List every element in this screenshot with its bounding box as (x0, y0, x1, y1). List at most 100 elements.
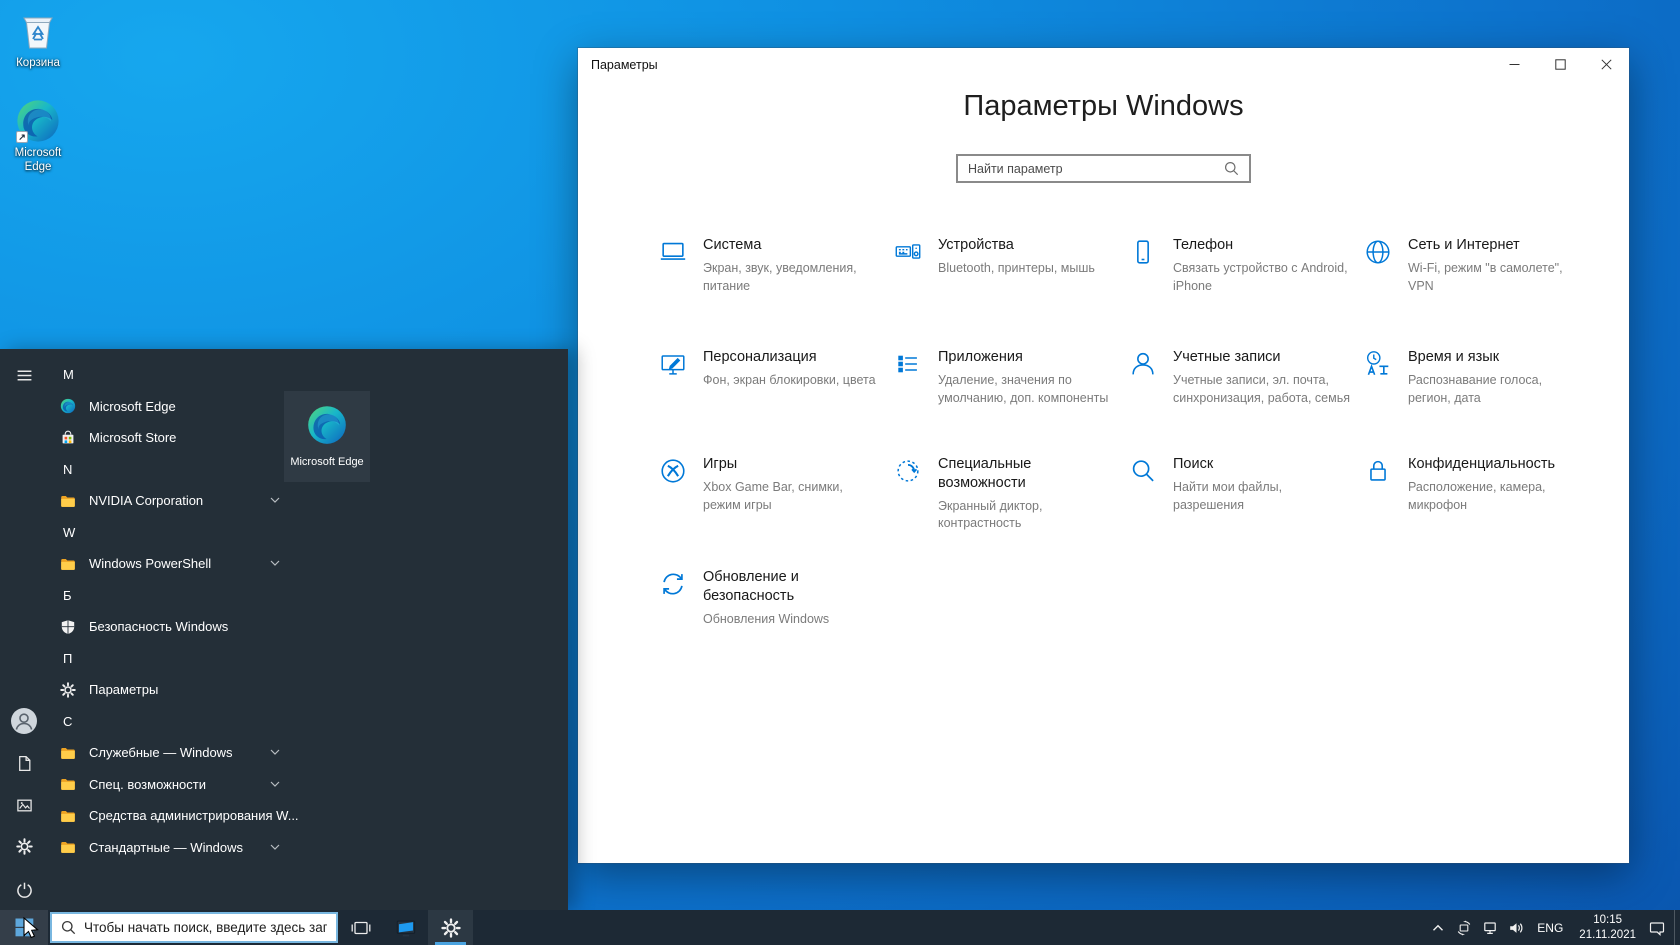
settings-category-personalization[interactable]: ПерсонализацияФон, экран блокировки, цве… (658, 348, 882, 455)
start-app-list: M Microsoft Edge Microsoft StoreNNVIDIA Co… (48, 359, 298, 863)
taskbar: ENG 10:15 21.11.2021 (0, 910, 1680, 945)
start-menu-app-item[interactable]: Служебные — Windows (48, 737, 298, 769)
gear-icon (60, 682, 76, 698)
search-icon (61, 920, 76, 935)
clock[interactable]: 10:15 21.11.2021 (1571, 913, 1644, 943)
app-label: Служебные — Windows (89, 745, 233, 760)
start-tile-edge[interactable]: Microsoft Edge (284, 391, 370, 482)
settings-category-search[interactable]: ПоискНайти мои файлы, разрешения (1128, 455, 1352, 568)
folder-icon (60, 808, 76, 824)
show-desktop-button[interactable] (1674, 910, 1680, 945)
network-tray-button[interactable] (1477, 910, 1503, 945)
start-menu-app-item[interactable]: Microsoft Store (48, 422, 298, 454)
settings-category-apps[interactable]: ПриложенияУдаление, значения по умолчани… (893, 348, 1117, 455)
section-letter: W (60, 525, 75, 540)
edge-logo-icon (306, 404, 348, 446)
gaming-icon (658, 456, 688, 486)
category-title: Система (703, 236, 858, 255)
start-menu-app-item[interactable]: Безопасность Windows (48, 611, 298, 643)
start-menu-app-item[interactable]: Стандартные — Windows (48, 832, 298, 864)
start-menu-app-item[interactable]: Windows PowerShell (48, 548, 298, 580)
settings-category-time[interactable]: Время и язык Распознавание голоса, регион… (1363, 348, 1587, 455)
gear-icon (441, 918, 461, 938)
category-subtitle: Найти мои файлы, разрешения (1173, 479, 1352, 515)
hidden-icons-button[interactable] (1425, 910, 1451, 945)
task-view-button[interactable] (338, 910, 383, 945)
start-power-button[interactable] (0, 869, 48, 909)
settings-search-box[interactable] (956, 154, 1251, 183)
category-title: Время и язык (1408, 348, 1563, 367)
settings-category-accounts[interactable]: Учетные записиУчетные записи, эл. почта,… (1128, 348, 1352, 455)
app-label: Microsoft Edge (89, 399, 176, 414)
desktop-icon-recycle-bin[interactable]: Корзина (0, 8, 76, 71)
apps-icon (893, 349, 923, 379)
devices-icon (893, 237, 923, 267)
app-label: Безопасность Windows (89, 619, 228, 634)
taskbar-search-box[interactable] (50, 912, 338, 943)
movies-tv-icon (396, 918, 416, 938)
start-menu-app-item[interactable]: Microsoft Edge (48, 391, 298, 423)
window-titlebar: Параметры (578, 48, 1629, 82)
category-subtitle: Распознавание голоса, регион, дата (1408, 372, 1587, 408)
start-section-header[interactable]: N (48, 454, 298, 486)
category-subtitle: Wi-Fi, режим "в самолете", VPN (1408, 260, 1587, 296)
settings-category-privacy[interactable]: КонфиденциальностьРасположение, камера, … (1363, 455, 1587, 568)
start-documents-button[interactable] (0, 743, 48, 783)
settings-category-phone[interactable]: ТелефонСвязать устройство с Android, iPh… (1128, 236, 1352, 348)
start-section-header[interactable]: Б (48, 580, 298, 612)
settings-category-system[interactable]: СистемаЭкран, звук, уведомления, питание (658, 236, 882, 348)
window-title: Параметры (591, 58, 658, 72)
pictures-icon (16, 797, 33, 814)
chevron-down-icon[interactable] (270, 560, 280, 567)
start-expand-button[interactable] (0, 355, 48, 395)
action-center-button[interactable] (1644, 910, 1670, 945)
task-view-icon (351, 918, 371, 938)
accounts-icon (1128, 349, 1158, 379)
chevron-down-icon[interactable] (270, 781, 280, 788)
category-title: Приложения (938, 348, 1093, 367)
section-letter: С (60, 714, 72, 729)
settings-category-network[interactable]: Сеть и ИнтернетWi-Fi, режим "в самолете"… (1363, 236, 1587, 348)
edge-icon (60, 398, 76, 414)
display-sync-tray-button[interactable] (1451, 910, 1477, 945)
volume-tray-button[interactable] (1503, 910, 1529, 945)
privacy-icon (1363, 456, 1393, 486)
start-menu-app-item[interactable]: Средства администрирования W... (48, 800, 298, 832)
app-label: Спец. возможности (89, 777, 206, 792)
settings-category-gaming[interactable]: ИгрыXbox Game Bar, снимки, режим игры (658, 455, 882, 568)
settings-window: Параметры Параметры Windows СистемаЭкран… (578, 48, 1629, 863)
start-pictures-button[interactable] (0, 785, 48, 825)
language-indicator[interactable]: ENG (1529, 921, 1571, 935)
settings-category-update[interactable]: Обновление и безопасностьОбновления Wind… (658, 568, 882, 628)
clock-date: 21.11.2021 (1579, 928, 1636, 943)
start-section-header[interactable]: П (48, 643, 298, 675)
start-section-header[interactable]: W (48, 517, 298, 549)
chevron-down-icon[interactable] (270, 497, 280, 504)
settings-category-devices[interactable]: УстройстваBluetooth, принтеры, мышь (893, 236, 1117, 348)
settings-search-input[interactable] (968, 162, 1216, 176)
chevron-down-icon[interactable] (270, 844, 280, 851)
category-title: Обновление и безопасность (703, 568, 858, 606)
start-settings-button[interactable] (0, 826, 48, 866)
chevron-up-icon (1430, 920, 1446, 936)
update-icon (658, 569, 688, 599)
close-button[interactable] (1583, 48, 1629, 80)
start-menu-app-item[interactable]: NVIDIA Corporation (48, 485, 298, 517)
start-section-header[interactable]: С (48, 706, 298, 738)
settings-category-access[interactable]: Специальные возможностиЭкранный диктор, … (893, 455, 1117, 568)
folder-icon (60, 776, 76, 792)
settings-taskbar-button[interactable] (428, 910, 473, 945)
hamburger-icon (16, 367, 33, 384)
folder-icon (60, 745, 76, 761)
start-section-header[interactable]: M (48, 359, 298, 391)
maximize-button[interactable] (1537, 48, 1583, 80)
start-menu-app-item[interactable]: Параметры (48, 674, 298, 706)
movies-tv-button[interactable] (383, 910, 428, 945)
category-title: Персонализация (703, 348, 858, 367)
desktop-icon-edge[interactable]: ↗ Microsoft Edge (0, 98, 76, 175)
chevron-down-icon[interactable] (270, 749, 280, 756)
minimize-button[interactable] (1491, 48, 1537, 80)
start-user-button[interactable] (0, 701, 48, 741)
start-menu-app-item[interactable]: Спец. возможности (48, 769, 298, 801)
taskbar-search-input[interactable] (84, 920, 327, 935)
